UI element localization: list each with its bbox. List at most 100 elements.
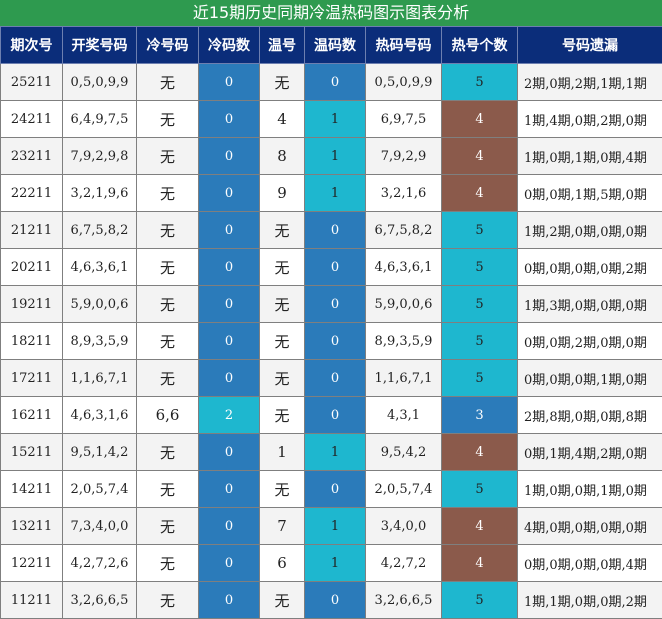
- cell-cold-count: 0: [198, 211, 260, 249]
- table-row: 24211 6,4,9,7,5 无 0 4 1 6,9,7,5 4 1期,4期,0期,2期,0期: [0, 100, 662, 138]
- cell-warm: 4: [259, 100, 305, 138]
- cell-warm: 1: [259, 433, 305, 471]
- table-row: 12211 4,2,7,2,6 无 0 6 1 4,2,7,2 4 0期,0期,0期,0期,4期: [0, 544, 662, 582]
- cell-warm-count: 1: [304, 507, 366, 545]
- cell-draw: 0,5,0,9,9: [62, 63, 137, 101]
- cell-warm: 9: [259, 174, 305, 212]
- cell-cold: 无: [136, 174, 199, 212]
- cell-cold-count: 0: [198, 470, 260, 508]
- cell-draw: 4,2,7,2,6: [62, 544, 137, 582]
- cell-hot: 8,9,3,5,9: [365, 322, 442, 360]
- cell-cold-count: 0: [198, 507, 260, 545]
- header-row: 期次号 开奖号码 冷号码 冷码数 温号 温码数 热码号码 热号个数 号码遗漏: [0, 26, 662, 64]
- cell-hot-count: 4: [441, 507, 518, 545]
- cell-hot: 3,2,1,6: [365, 174, 442, 212]
- cell-warm-count: 1: [304, 174, 366, 212]
- cell-warm: 6: [259, 544, 305, 582]
- cell-cold-count: 0: [198, 248, 260, 286]
- cell-hot-count: 5: [441, 211, 518, 249]
- cell-cold: 无: [136, 137, 199, 175]
- cell-hot-count: 5: [441, 470, 518, 508]
- cell-issue: 14211: [0, 470, 63, 508]
- cell-missing: 1期,3期,0期,0期,0期: [517, 285, 662, 323]
- header-missing: 号码遗漏: [517, 26, 662, 64]
- cell-hot: 4,6,3,6,1: [365, 248, 442, 286]
- cell-draw: 1,1,6,7,1: [62, 359, 137, 397]
- cell-warm: 8: [259, 137, 305, 175]
- cell-missing: 0期,0期,0期,0期,4期: [517, 544, 662, 582]
- cell-cold-count: 0: [198, 581, 260, 619]
- cell-warm: 7: [259, 507, 305, 545]
- cell-warm-count: 0: [304, 396, 366, 434]
- cell-hot-count: 5: [441, 322, 518, 360]
- cell-cold-count: 0: [198, 544, 260, 582]
- table-row: 19211 5,9,0,0,6 无 0 无 0 5,9,0,0,6 5 1期,3期,0期,0期,…: [0, 285, 662, 323]
- cell-cold: 无: [136, 544, 199, 582]
- cell-draw: 6,7,5,8,2: [62, 211, 137, 249]
- cell-cold-count: 0: [198, 285, 260, 323]
- cell-issue: 12211: [0, 544, 63, 582]
- cell-hot-count: 5: [441, 285, 518, 323]
- cell-missing: 1期,0期,0期,1期,0期: [517, 470, 662, 508]
- table-row: 16211 4,6,3,1,6 6,6 2 无 0 4,3,1 3 2期,8期,0期,0期,8期: [0, 396, 662, 434]
- cell-hot: 4,2,7,2: [365, 544, 442, 582]
- cell-warm: 无: [259, 359, 305, 397]
- cell-cold-count: 0: [198, 137, 260, 175]
- cell-draw: 8,9,3,5,9: [62, 322, 137, 360]
- cell-missing: 0期,0期,1期,5期,0期: [517, 174, 662, 212]
- cell-issue: 21211: [0, 211, 63, 249]
- cell-hot-count: 3: [441, 396, 518, 434]
- header-hot-count: 热号个数: [441, 26, 518, 64]
- table-row: 13211 7,3,4,0,0 无 0 7 1 3,4,0,0 4 4期,0期,0期,0期,0期: [0, 507, 662, 545]
- cell-draw: 7,9,2,9,8: [62, 137, 137, 175]
- cell-warm: 无: [259, 396, 305, 434]
- cell-hot-count: 5: [441, 359, 518, 397]
- cell-draw: 5,9,0,0,6: [62, 285, 137, 323]
- cell-issue: 19211: [0, 285, 63, 323]
- cell-cold-count: 0: [198, 63, 260, 101]
- cell-hot-count: 5: [441, 581, 518, 619]
- table-row: 14211 2,0,5,7,4 无 0 无 0 2,0,5,7,4 5 1期,0期,0期,1期,…: [0, 470, 662, 508]
- cell-missing: 1期,1期,0期,0期,2期: [517, 581, 662, 619]
- table-row: 20211 4,6,3,6,1 无 0 无 0 4,6,3,6,1 5 0期,0期,0期,0期,…: [0, 248, 662, 286]
- cell-cold: 无: [136, 63, 199, 101]
- header-hot: 热码号码: [365, 26, 442, 64]
- cell-hot: 5,9,0,0,6: [365, 285, 442, 323]
- header-cold-count: 冷码数: [198, 26, 260, 64]
- cell-issue: 15211: [0, 433, 63, 471]
- header-draw: 开奖号码: [62, 26, 137, 64]
- cell-hot: 9,5,4,2: [365, 433, 442, 471]
- cell-cold-count: 0: [198, 174, 260, 212]
- cold-warm-hot-table: 期次号 开奖号码 冷号码 冷码数 温号 温码数 热码号码 热号个数 号码遗漏 2…: [0, 26, 662, 619]
- cell-cold: 无: [136, 433, 199, 471]
- cell-issue: 16211: [0, 396, 63, 434]
- cell-draw: 3,2,6,6,5: [62, 581, 137, 619]
- cell-cold-count: 0: [198, 433, 260, 471]
- cell-hot-count: 4: [441, 174, 518, 212]
- table-row: 11211 3,2,6,6,5 无 0 无 0 3,2,6,6,5 5 1期,1期,0期,0期,…: [0, 581, 662, 619]
- cell-cold-count: 0: [198, 100, 260, 138]
- cell-cold: 无: [136, 248, 199, 286]
- cell-cold: 无: [136, 285, 199, 323]
- cell-cold-count: 0: [198, 322, 260, 360]
- page-title: 近15期历史同期冷温热码图示图表分析: [0, 0, 662, 26]
- cell-draw: 4,6,3,1,6: [62, 396, 137, 434]
- table-row: 15211 9,5,1,4,2 无 0 1 1 9,5,4,2 4 0期,1期,4期,2期,0期: [0, 433, 662, 471]
- cell-missing: 0期,0期,0期,0期,2期: [517, 248, 662, 286]
- header-issue: 期次号: [0, 26, 63, 64]
- page: 近15期历史同期冷温热码图示图表分析 期次号 开奖号码 冷号码 冷码数 温号 温…: [0, 0, 662, 619]
- cell-warm: 无: [259, 581, 305, 619]
- cell-warm-count: 0: [304, 470, 366, 508]
- header-cold: 冷号码: [136, 26, 199, 64]
- cell-cold: 无: [136, 581, 199, 619]
- cell-missing: 0期,0期,2期,0期,0期: [517, 322, 662, 360]
- cell-hot-count: 5: [441, 63, 518, 101]
- cell-missing: 4期,0期,0期,0期,0期: [517, 507, 662, 545]
- cell-warm: 无: [259, 285, 305, 323]
- cell-cold: 无: [136, 470, 199, 508]
- cell-cold: 无: [136, 100, 199, 138]
- cell-hot-count: 4: [441, 100, 518, 138]
- cell-missing: 1期,0期,1期,0期,4期: [517, 137, 662, 175]
- cell-hot: 6,7,5,8,2: [365, 211, 442, 249]
- cell-warm-count: 1: [304, 544, 366, 582]
